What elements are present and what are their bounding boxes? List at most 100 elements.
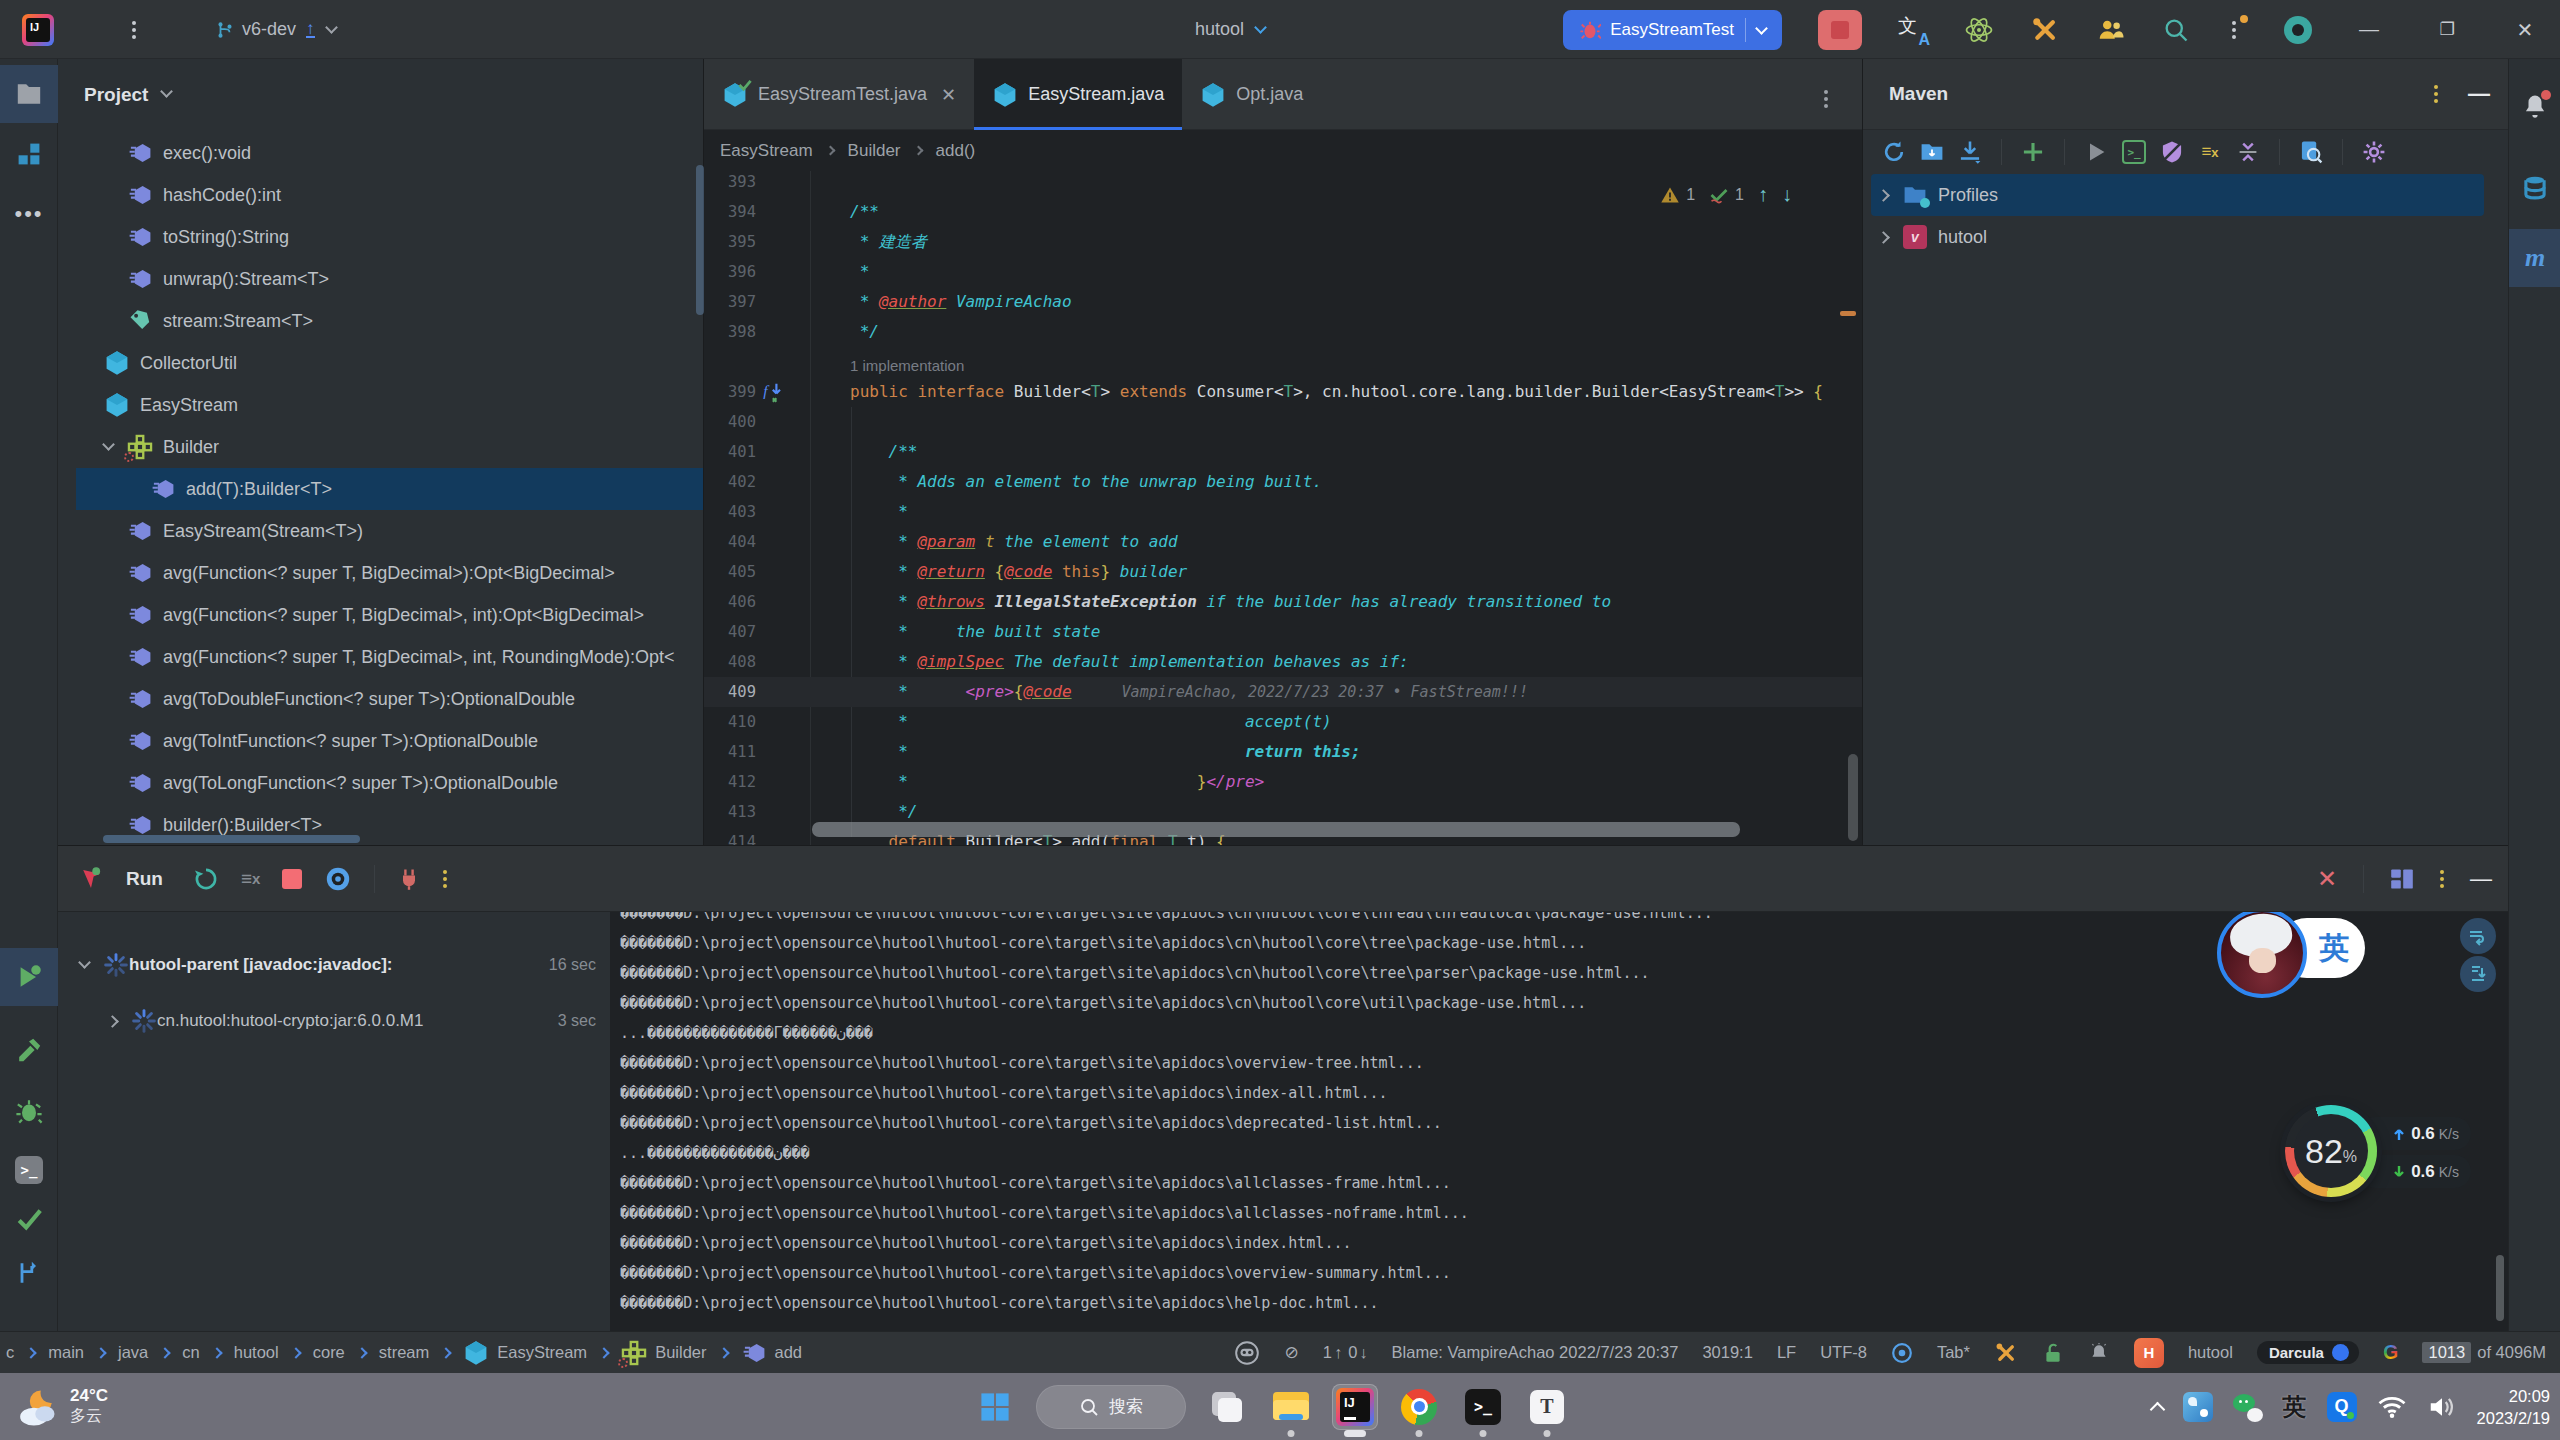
stripe-problems[interactable] [0, 1081, 58, 1139]
run-close-icon[interactable]: ✕ [2317, 865, 2337, 893]
window-restore-button[interactable]: ❐ [2426, 19, 2468, 40]
main-menu-kebab-icon[interactable] [124, 28, 144, 32]
no-problems-icon[interactable]: ⊘ [1284, 1342, 1298, 1363]
project-tree-item[interactable]: avg(Function<? super T, BigDecimal>):Opt… [58, 552, 703, 594]
stripe-structure[interactable] [0, 125, 58, 183]
run-layout-icon[interactable] [2390, 867, 2414, 891]
project-horizontal-scrollbar[interactable] [103, 835, 360, 843]
window-close-button[interactable]: ✕ [2504, 18, 2546, 42]
maven-tree-item[interactable]: vhutool [1863, 216, 2508, 258]
project-selector[interactable]: hutool [1195, 0, 1265, 59]
taskbar-task-view[interactable] [1204, 1384, 1250, 1430]
maven-add-maven-project-icon[interactable] [2018, 137, 2048, 167]
project-tree-item[interactable]: CollectorUtil [58, 342, 703, 384]
maven-maven-settings-icon[interactable] [2359, 137, 2389, 167]
project-tree-item[interactable]: avg(ToDoubleFunction<? super T>):Optiona… [58, 678, 703, 720]
tabs-options-kebab-icon[interactable] [1824, 87, 1828, 105]
google-icon[interactable]: G [2383, 1341, 2399, 1364]
status-path-item[interactable]: stream [379, 1343, 429, 1362]
console-vertical-scrollbar[interactable] [2496, 1255, 2504, 1321]
editor-tab[interactable]: EasyStream.java [974, 59, 1182, 130]
run-tree-item[interactable]: hutool-parent [javadoc:javadoc]:16 sec [58, 944, 610, 986]
run-hide-icon[interactable]: — [2470, 866, 2492, 892]
tray-expand-chevron[interactable] [2152, 1398, 2163, 1415]
tools-status-icon[interactable] [1994, 1341, 2018, 1365]
implemented-gutter-icon[interactable]: f [762, 379, 798, 405]
status-path-item[interactable]: EasyStream [463, 1340, 587, 1366]
theme-switcher[interactable]: Darcula [2257, 1341, 2359, 1364]
project-tree-item[interactable]: unwrap():Stream<T> [58, 258, 703, 300]
memory-indicator[interactable]: 1013of 4096M [2422, 1342, 2546, 1363]
taskbar-terminal[interactable]: >_ [1460, 1384, 1506, 1430]
line-ending[interactable]: LF [1777, 1343, 1796, 1362]
stripe-notifications[interactable] [2509, 79, 2560, 137]
project-tree-item[interactable]: hashCode():int [58, 174, 703, 216]
users-icon[interactable] [2096, 15, 2126, 45]
maven-tree-item[interactable]: Profiles [1871, 174, 2484, 216]
git-branch-widget[interactable]: v6-dev ↑ [216, 19, 336, 40]
window-minimize-button[interactable]: — [2348, 18, 2390, 41]
tray-qq-browser[interactable]: Q [2327, 1392, 2357, 1422]
settings-kebab-icon[interactable] [2226, 15, 2248, 45]
breadcrumb-item[interactable]: add() [936, 141, 976, 161]
notification-bell-icon[interactable] [2088, 1342, 2110, 1364]
run-kebab-icon[interactable] [2440, 877, 2444, 881]
stripe-project-folder[interactable] [0, 65, 58, 123]
rerun-icon[interactable] [193, 866, 219, 892]
status-path-item[interactable]: add [741, 1340, 803, 1366]
project-tree-item[interactable]: EasyStream [58, 384, 703, 426]
taskbar-typora[interactable]: T [1524, 1384, 1570, 1430]
taskbar-search[interactable]: 搜索 [1036, 1385, 1186, 1429]
translate-icon[interactable]: 文A [1898, 15, 1928, 45]
console-softwrap-button[interactable] [2460, 918, 2496, 954]
user-avatar[interactable] [2284, 16, 2312, 44]
project-tree-item[interactable]: exec():void [58, 132, 703, 174]
taskbar-start-button[interactable] [972, 1384, 1018, 1430]
lock-icon[interactable] [2042, 1342, 2064, 1364]
maven-offline-mode-icon[interactable]: ≡x [2195, 137, 2225, 167]
tab-close-icon[interactable]: ✕ [941, 84, 956, 106]
project-tree-item[interactable]: avg(Function<? super T, BigDecimal>, int… [58, 594, 703, 636]
maven-goal-search-icon[interactable] [2296, 137, 2326, 167]
status-path-item[interactable]: java [118, 1343, 148, 1362]
run-configuration-button[interactable]: EasyStreamTest [1563, 10, 1782, 50]
status-path-item[interactable]: Builder [621, 1340, 706, 1366]
caret-position[interactable]: 3019:1 [1702, 1343, 1752, 1362]
status-path-item[interactable]: hutool [234, 1343, 279, 1362]
tray-ime-indicator[interactable]: 英 [2283, 1391, 2307, 1423]
breadcrumb-item[interactable]: Builder [848, 141, 901, 161]
status-path-item[interactable]: core [313, 1343, 345, 1362]
attach-debugger-icon[interactable] [397, 867, 421, 891]
search-everywhere-icon[interactable] [2162, 16, 2190, 44]
taskbar-file-explorer[interactable] [1268, 1384, 1314, 1430]
project-tree-item[interactable]: Builder [58, 426, 703, 468]
hutool-plugin-badge[interactable]: H [2134, 1338, 2164, 1368]
stripe-checks[interactable] [0, 1190, 58, 1248]
editor-tab[interactable]: Opt.java [1182, 59, 1321, 130]
tray-volume[interactable] [2427, 1394, 2457, 1420]
push-icon[interactable]: ↑ [306, 21, 315, 38]
project-tree-item[interactable]: avg(ToIntFunction<? super T>):OptionalDo… [58, 720, 703, 762]
maven-reimport-icon[interactable] [1879, 137, 1909, 167]
status-path-item[interactable]: main [48, 1343, 84, 1362]
editor-horizontal-scrollbar[interactable] [812, 822, 1740, 837]
maven-execute-goal-icon[interactable]: >_ [2119, 137, 2149, 167]
git-sync-counts[interactable]: 1↑0↓ [1323, 1343, 1368, 1362]
editor-vertical-scrollbar[interactable] [1848, 754, 1858, 841]
editor-tab[interactable]: EasyStreamTest.java✕ [704, 59, 974, 130]
project-vertical-scrollbar[interactable] [696, 165, 704, 315]
maven-collapse-all-icon[interactable] [2233, 137, 2263, 167]
run-options-kebab-icon[interactable] [443, 877, 447, 881]
stripe-git[interactable] [0, 1244, 58, 1302]
breadcrumb-item[interactable]: EasyStream [720, 141, 813, 161]
run-tree-item[interactable]: cn.hutool:hutool-crypto:jar:6.0.0.M13 se… [58, 1000, 610, 1042]
project-panel-header[interactable]: Project [58, 59, 703, 130]
maven-generate-sources-icon[interactable] [1917, 137, 1947, 167]
copilot-status-icon[interactable] [1234, 1340, 1260, 1366]
console-scroll-end-button[interactable] [2460, 956, 2496, 992]
stripe-maven[interactable]: m [2509, 229, 2560, 287]
atom-plugin-icon[interactable] [1964, 15, 1994, 45]
stop-icon[interactable] [282, 869, 302, 889]
error-stripe-warning-mark[interactable] [1840, 311, 1856, 316]
indent-config[interactable]: Tab* [1937, 1343, 1970, 1362]
